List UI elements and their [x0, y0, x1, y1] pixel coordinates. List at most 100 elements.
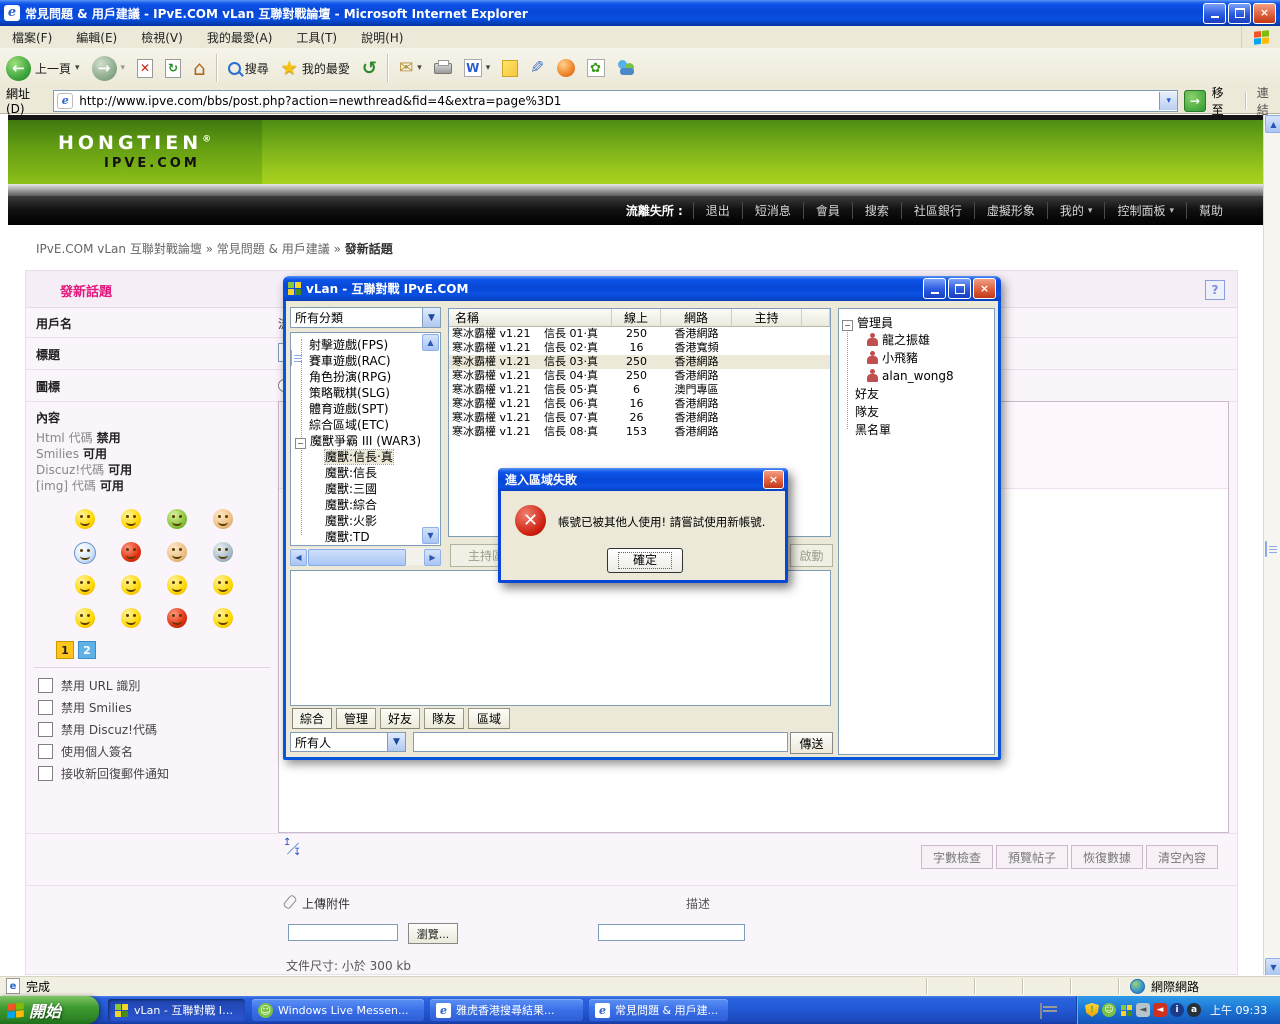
audio-horn-icon[interactable]: ◄: [1153, 1003, 1167, 1017]
send-target-select[interactable]: 所有人 ▼: [290, 732, 406, 752]
contact-admin[interactable]: alan_wong8: [839, 367, 989, 385]
column-network[interactable]: 網路: [661, 309, 732, 326]
server-row[interactable]: 寒冰霸權 v1.21信長 05‧真 6澳門專區: [449, 383, 830, 397]
favorites-button[interactable]: ★ 我的最愛: [275, 51, 356, 85]
clock[interactable]: 上午 09:33: [1210, 1002, 1267, 1018]
vlan-minimize-button[interactable]: [923, 278, 946, 299]
smiley-victory-icon[interactable]: [213, 509, 233, 529]
taskbar-item-forum[interactable]: e 常見問題 & 用戶建...: [589, 999, 728, 1021]
tree-hscroll-thumb[interactable]: [308, 549, 406, 566]
menu-favorites[interactable]: 我的最愛(A): [195, 29, 285, 46]
page-scrollbar[interactable]: ▲ ▼: [1263, 114, 1280, 975]
browser-addon-button[interactable]: [551, 51, 581, 85]
checkbox-use-signature[interactable]: [38, 744, 53, 759]
edit-with-word-button[interactable]: W ▾: [458, 51, 497, 85]
smiley-clock-icon[interactable]: [74, 542, 96, 564]
smiley-laugh-icon[interactable]: [75, 608, 95, 628]
error-dialog-close-button[interactable]: ×: [763, 470, 784, 489]
vlan-tray-icon[interactable]: [1119, 1003, 1133, 1017]
contacts-group-teammates[interactable]: 隊友: [839, 403, 989, 421]
server-row[interactable]: 寒冰霸權 v1.21信長 06‧真 16香港網路: [449, 397, 830, 411]
menu-view[interactable]: 檢視(V): [129, 29, 195, 46]
contact-admin[interactable]: 龍之振雄: [839, 331, 989, 349]
contacts-group-friends[interactable]: 好友: [839, 385, 989, 403]
nav-help[interactable]: 幫助: [1186, 202, 1235, 219]
vlan-titlebar[interactable]: vLan - 互聯對戰 IPvE.COM ×: [283, 276, 1001, 301]
nav-avatar[interactable]: 虛擬形象: [974, 202, 1047, 219]
to-bottom-icon[interactable]: ↧: [293, 849, 301, 857]
discuss-button[interactable]: [496, 51, 524, 85]
tree-item-rac[interactable]: 賽車遊戲(RAC): [291, 353, 422, 369]
smiley-handshake-icon[interactable]: [167, 542, 187, 562]
input-method-keyboard-icon[interactable]: [1040, 1003, 1042, 1019]
smiley-pout-icon[interactable]: [167, 575, 187, 595]
server-row-selected[interactable]: 寒冰霸權 v1.21信長 03‧真 250香港網路: [449, 355, 830, 369]
chat-tab-friends[interactable]: 好友: [380, 708, 420, 729]
tree-item-general[interactable]: 魔獸:綜合: [291, 497, 422, 513]
preview-button[interactable]: 預覽帖子: [996, 845, 1068, 869]
close-button[interactable]: ×: [1253, 3, 1276, 24]
taskbar-item-vlan[interactable]: vLan - 互聯對戰 IPv...: [108, 999, 245, 1021]
url-dropdown-icon[interactable]: ▾: [1159, 92, 1177, 110]
server-row[interactable]: 寒冰霸權 v1.21信長 02‧真 16香港寬頻: [449, 341, 830, 355]
menu-help[interactable]: 說明(H): [349, 29, 415, 46]
jump-top-bottom-control[interactable]: ↥ ↧: [283, 839, 305, 861]
tree-item-rpg[interactable]: 角色扮演(RPG): [291, 369, 422, 385]
smiley-sad-icon[interactable]: [213, 575, 233, 595]
to-top-icon[interactable]: ↥: [283, 839, 291, 847]
clear-content-button[interactable]: 清空內容: [1146, 845, 1218, 869]
column-online[interactable]: 線上: [612, 309, 661, 326]
smilies-page-1[interactable]: 1: [56, 641, 74, 659]
restore-data-button[interactable]: 恢復數據: [1071, 845, 1143, 869]
chat-tab-area[interactable]: 區域: [468, 708, 510, 729]
back-dropdown-icon[interactable]: ▾: [75, 63, 80, 73]
nav-bank[interactable]: 社區銀行: [901, 202, 974, 219]
smiley-shock-icon[interactable]: [213, 608, 233, 628]
send-button[interactable]: 傳送: [790, 732, 833, 754]
smiley-blush-icon[interactable]: [75, 575, 95, 595]
smiley-sob-icon[interactable]: [121, 608, 141, 628]
word-count-button[interactable]: 字數檢查: [921, 845, 993, 869]
chat-message-input[interactable]: [413, 732, 788, 752]
smiley-wave-icon[interactable]: [167, 509, 187, 529]
tree-scroll-down-icon[interactable]: ▼: [422, 527, 439, 544]
tree-scroll-thumb[interactable]: [290, 350, 292, 366]
error-dialog-titlebar[interactable]: 進入區域失敗 ×: [498, 468, 788, 491]
tree-item-spt[interactable]: 體育遊戲(SPT): [291, 401, 422, 417]
smiley-kiss-icon[interactable]: [121, 542, 141, 562]
site-logo[interactable]: HONGTIEN® IPVE.COM: [8, 120, 262, 184]
history-button[interactable]: ↺: [356, 51, 383, 85]
minimize-button[interactable]: [1203, 3, 1226, 24]
tree-item-etc[interactable]: 綜合區域(ETC): [291, 417, 422, 433]
tree-item-threekingdoms[interactable]: 魔獸:三國: [291, 481, 422, 497]
server-row[interactable]: 寒冰霸權 v1.21信長 01‧真 250香港網路: [449, 327, 830, 341]
smilies-page-2[interactable]: 2: [78, 641, 96, 659]
smiley-rage-icon[interactable]: [167, 608, 187, 628]
tree-item-nobunaga-true[interactable]: 魔獸:信長‧真: [325, 450, 393, 464]
tree-item-slg[interactable]: 策略戰棋(SLG): [291, 385, 422, 401]
stop-button[interactable]: ✕: [131, 51, 159, 85]
contacts-group-blacklist[interactable]: 黑名單: [839, 421, 989, 439]
tree-scroll-right-icon[interactable]: ▶: [424, 549, 441, 566]
checkbox-email-notify[interactable]: [38, 766, 53, 781]
tree-item-fps[interactable]: 射擊遊戲(FPS): [291, 337, 422, 353]
checkbox-disable-url[interactable]: [38, 678, 53, 693]
restore-button[interactable]: [1228, 3, 1251, 24]
contacts-group-admins[interactable]: −管理員: [839, 315, 989, 331]
print-button[interactable]: [428, 51, 458, 85]
help-button[interactable]: ?: [1205, 280, 1225, 300]
taskbar-item-yahoo-search[interactable]: e 雅虎香港搜尋結果...: [430, 999, 583, 1021]
collapse-icon[interactable]: −: [842, 320, 853, 331]
vlan-close-button[interactable]: ×: [973, 278, 996, 299]
tree-scroll-left-icon[interactable]: ◀: [290, 549, 307, 566]
menu-tools[interactable]: 工具(T): [284, 29, 349, 46]
messenger-tray-icon[interactable]: ☺: [1102, 1003, 1116, 1017]
search-button[interactable]: 搜尋: [222, 51, 275, 85]
go-label[interactable]: 移至: [1212, 84, 1235, 118]
mail-button[interactable]: ✉ ▾: [393, 51, 428, 85]
mail-dropdown-icon[interactable]: ▾: [417, 63, 422, 73]
taskbar-item-messenger[interactable]: ☺ Windows Live Messen...: [252, 999, 424, 1021]
chat-tab-general[interactable]: 綜合: [292, 708, 332, 729]
nav-messages[interactable]: 短消息: [742, 202, 803, 219]
icq-button[interactable]: ✿: [581, 51, 611, 85]
